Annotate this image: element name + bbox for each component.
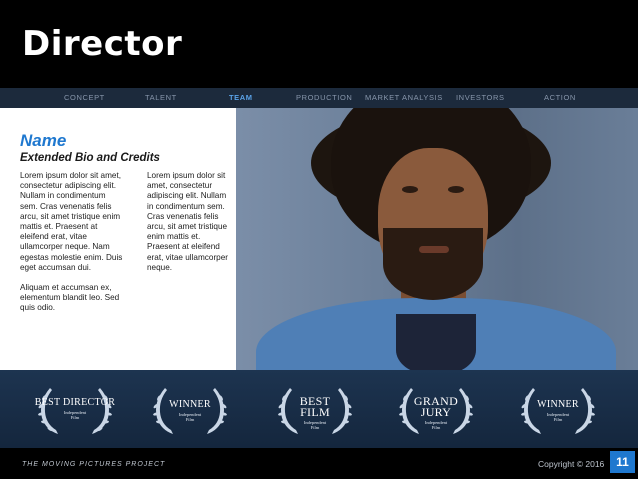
award-title: BEST DIRECTOR — [34, 397, 116, 408]
nav-item-production[interactable]: PRODUCTION — [296, 93, 352, 102]
nav-item-market-analysis[interactable]: MARKET ANALYSIS — [365, 93, 443, 102]
award-badge: WINNER Independent Film — [147, 380, 233, 438]
footer-copyright: Copyright © 2016 — [538, 459, 605, 469]
nav-item-action[interactable]: ACTION — [544, 93, 576, 102]
award-title: GRAND JURY — [413, 394, 459, 419]
bio-paragraph-2: Aliquam et accumsan ex, elementum blandi… — [20, 283, 120, 313]
award-subtitle: Independent Film — [424, 420, 448, 430]
footer: THE MOVING PICTURES PROJECT Copyright © … — [0, 448, 638, 479]
slide-title: Director — [22, 24, 183, 64]
award-title: WINNER — [537, 399, 579, 410]
top-navigation: CONCEPT TALENT TEAM PRODUCTION MARKET AN… — [0, 88, 638, 108]
award-badge: BEST FILM Independent Film — [272, 380, 358, 438]
footer-project-name: THE MOVING PICTURES PROJECT — [22, 461, 166, 468]
page-number: 11 — [610, 451, 635, 473]
bio-panel: Name Extended Bio and Credits Lorem ipsu… — [0, 108, 236, 370]
bio-paragraph-1: Lorem ipsum dolor sit amet, consectetur … — [20, 171, 123, 272]
nav-item-concept[interactable]: CONCEPT — [64, 93, 105, 102]
bio-column-1: Lorem ipsum dolor sit amet, consectetur … — [20, 171, 124, 314]
award-badge: WINNER Independent Film — [515, 380, 601, 438]
nav-item-team[interactable]: TEAM — [229, 93, 253, 102]
awards-bar: BEST DIRECTOR Independent Film WINNER In… — [0, 370, 638, 448]
director-name: Name — [20, 131, 67, 150]
award-subtitle: Independent Film — [303, 420, 327, 430]
award-title: BEST FILM — [299, 394, 331, 419]
award-subtitle: Independent Film — [546, 412, 570, 422]
slide: Director CONCEPT TALENT TEAM PRODUCTION … — [0, 0, 638, 479]
award-badge: BEST DIRECTOR Independent Film — [32, 380, 118, 438]
director-portrait-photo — [236, 108, 638, 370]
bio-subtitle: Extended Bio and Credits — [20, 152, 160, 164]
nav-item-talent[interactable]: TALENT — [145, 93, 177, 102]
award-subtitle: Independent Film — [63, 410, 87, 420]
nav-item-investors[interactable]: INVESTORS — [456, 93, 505, 102]
award-badge: GRAND JURY Independent Film — [393, 380, 479, 438]
title-bar: Director — [0, 0, 638, 88]
award-subtitle: Independent Film — [178, 412, 202, 422]
bio-column-2: Lorem ipsum dolor sit amet, consectetur … — [147, 171, 228, 272]
award-title: WINNER — [169, 399, 211, 410]
